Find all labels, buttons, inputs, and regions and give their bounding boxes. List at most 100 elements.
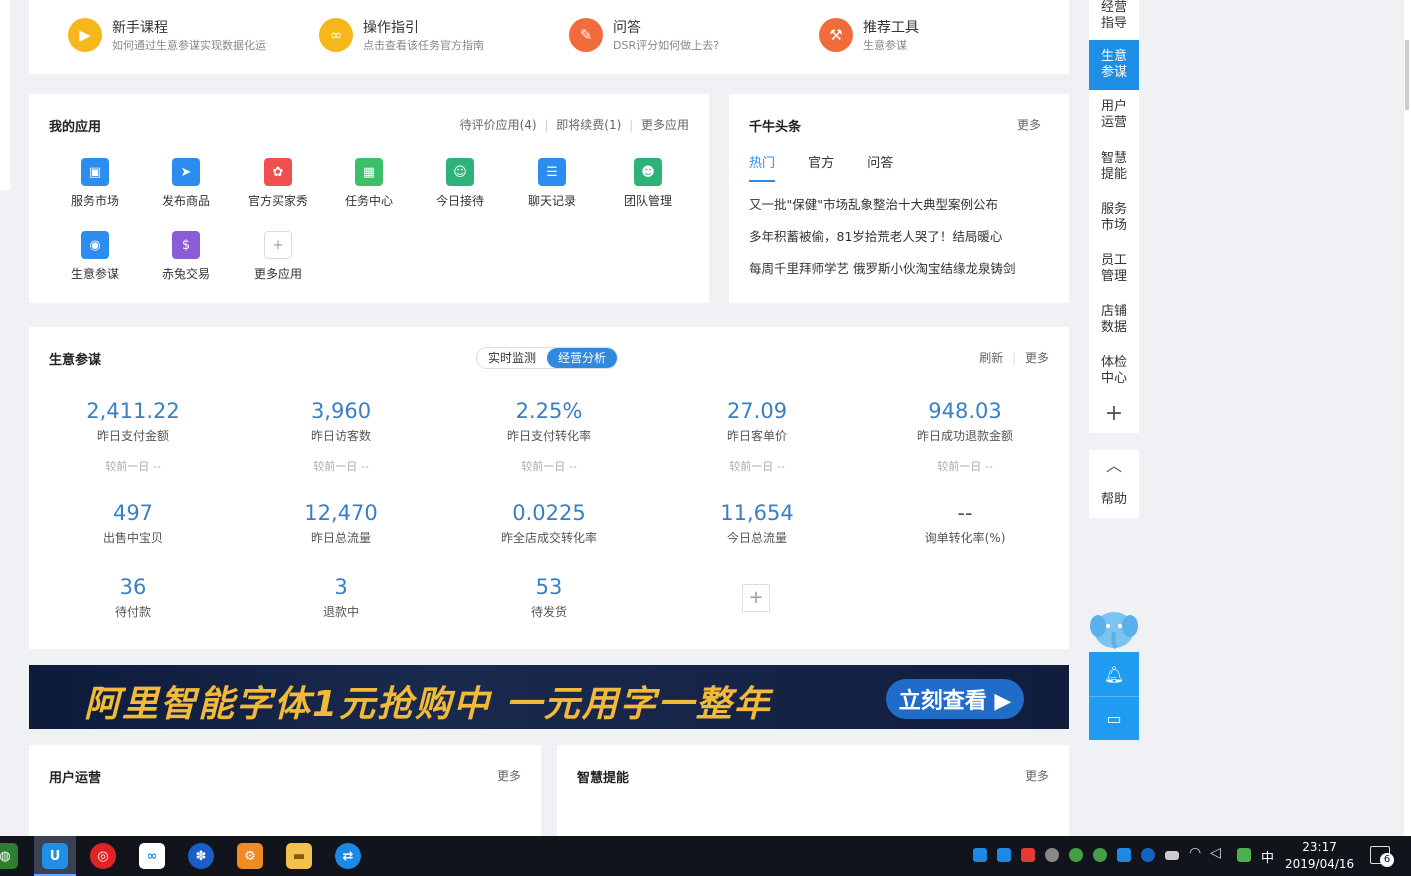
gpu-icon[interactable] xyxy=(1237,848,1251,862)
app-service-market[interactable]: ▣ 服务市场 xyxy=(55,158,135,209)
tray-app-icon[interactable] xyxy=(1117,848,1131,862)
guide-sub: 生意参谋 xyxy=(863,39,907,52)
news-item[interactable]: 每周千里拜师学艺 俄罗斯小伙淘宝结缘龙泉铸剑 xyxy=(749,258,1015,277)
app-chat-log[interactable]: ☰ 聊天记录 xyxy=(512,158,592,209)
money-bag-icon: $ xyxy=(172,231,200,259)
mascot-elephant-icon[interactable] xyxy=(1089,606,1139,652)
banner-view-button[interactable]: 立刻查看 ▶ xyxy=(886,679,1024,719)
tray-wechat-icon[interactable] xyxy=(1069,848,1083,862)
metric[interactable]: 2,411.22 昨日支付金额 较前一日 -- xyxy=(43,399,223,474)
notification-center-icon[interactable]: 6 xyxy=(1370,846,1394,867)
renewal-link[interactable]: 即将续费(1) xyxy=(556,118,621,132)
more-link[interactable]: 更多 xyxy=(1025,767,1049,784)
nav-staff[interactable]: 员工 管理 xyxy=(1089,253,1139,293)
more-link[interactable]: 更多 xyxy=(1025,351,1049,365)
bluetooth-icon[interactable] xyxy=(1141,848,1155,862)
netease-music-icon[interactable]: ◎ xyxy=(90,843,116,869)
volume-icon[interactable]: ◁ xyxy=(1210,845,1221,861)
wifi-icon[interactable]: ◠ xyxy=(1189,845,1201,861)
metric[interactable]: 27.09 昨日客单价 较前一日 -- xyxy=(667,399,847,474)
baidu-netdisk-icon[interactable]: ∞ xyxy=(139,843,165,869)
news-item[interactable]: 多年积蓄被偷，81岁拾荒老人哭了！结局暖心 xyxy=(749,226,1002,245)
plus-icon: + xyxy=(264,231,292,259)
app-today-reception[interactable]: ☺ 今日接待 xyxy=(420,158,500,209)
nav-smart-boost[interactable]: 智慧 提能 xyxy=(1089,151,1139,191)
tab-realtime[interactable]: 实时监测 xyxy=(477,348,547,368)
metric[interactable]: 2.25% 昨日支付转化率 较前一日 -- xyxy=(459,399,639,474)
app-label: 服务市场 xyxy=(70,194,119,208)
nav-service-market[interactable]: 服务 市场 xyxy=(1089,202,1139,242)
nav-user-ops[interactable]: 用户 运营 xyxy=(1089,99,1139,139)
tab-qa[interactable]: 问答 xyxy=(867,156,893,171)
ime-indicator[interactable]: 中 xyxy=(1261,847,1274,866)
file-explorer-icon[interactable]: ▬ xyxy=(286,843,312,869)
guide-item-qa[interactable]: ✎ 问答 DSR评分如何做上去? xyxy=(569,18,719,54)
app-label: 赤兔交易 xyxy=(161,267,210,281)
battery-icon[interactable] xyxy=(1165,851,1179,860)
guide-item-tool[interactable]: ⚒ 推荐工具 生意参谋 xyxy=(819,18,919,54)
metric[interactable]: 0.0225 昨全店成交转化率 xyxy=(459,501,639,546)
guide-item-course[interactable]: ▶ 新手课程 如何通过生意参谋实现数据化运 xyxy=(68,18,266,54)
metric[interactable]: 36 待付款 xyxy=(43,575,223,620)
app-task-center[interactable]: ▦ 任务中心 xyxy=(329,158,409,209)
metric-compare: 较前一日 -- xyxy=(313,460,369,473)
paw-app-icon[interactable]: ✽ xyxy=(188,843,214,869)
nav-business-guide[interactable]: 经营 指导 xyxy=(1089,0,1139,34)
app-publish[interactable]: ➤ 发布商品 xyxy=(146,158,226,209)
app-more[interactable]: + 更多应用 xyxy=(238,231,318,282)
app-buyer-show[interactable]: ✿ 官方买家秀 xyxy=(238,158,318,209)
metric[interactable]: 53 待发货 xyxy=(459,575,639,620)
play-icon: ▶ xyxy=(68,18,102,52)
message-icon[interactable]: ▭ xyxy=(1089,696,1139,740)
news-item[interactable]: 又一批"保健"市场乱象整治十大典型案例公布 xyxy=(749,194,998,213)
guide-title: 推荐工具 xyxy=(863,20,919,36)
app-chitu[interactable]: $ 赤兔交易 xyxy=(146,231,226,282)
qianniu-icon[interactable]: U xyxy=(42,843,68,869)
tab-hot[interactable]: 热门 xyxy=(749,156,776,182)
app-label: 生意参谋 xyxy=(70,267,119,281)
nav-shop-data[interactable]: 店铺 数据 xyxy=(1089,304,1139,344)
headlines-card: 千牛头条 更多 热门 官方 问答 又一批"保健"市场乱象整治十大典型案例公布 多… xyxy=(729,94,1069,303)
help-link[interactable]: 帮助 xyxy=(1089,488,1139,507)
metric[interactable]: -- 询单转化率(%) xyxy=(875,501,1055,546)
promo-banner[interactable]: 阿里智能字体1元抢购中 一元用字一整年 立刻查看 ▶ xyxy=(29,665,1069,729)
metric[interactable]: 12,470 昨日总流量 xyxy=(251,501,431,546)
add-metric-button[interactable]: + xyxy=(742,584,770,612)
metric[interactable]: 11,654 今日总流量 xyxy=(667,501,847,546)
metric[interactable]: 497 出售中宝贝 xyxy=(43,501,223,546)
metric[interactable]: 3 退款中 xyxy=(251,575,431,620)
tray-app-icon[interactable] xyxy=(1045,848,1059,862)
nav-add-button[interactable]: + xyxy=(1089,402,1139,426)
refresh-link[interactable]: 刷新 xyxy=(979,351,1003,365)
pending-review-link[interactable]: 待评价应用(4) xyxy=(460,118,537,132)
guide-item-guide[interactable]: ∞ 操作指引 点击查看该任务官方指南 xyxy=(319,18,484,54)
tray-app-icon[interactable] xyxy=(973,848,987,862)
tray-wechat-icon[interactable] xyxy=(1093,848,1107,862)
teamviewer-icon[interactable]: ⇄ xyxy=(335,843,361,869)
system-clock[interactable]: 23:17 2019/04/16 xyxy=(1285,839,1354,873)
more-apps-link[interactable]: 更多应用 xyxy=(641,118,689,132)
metric-label: 待发货 xyxy=(530,605,567,619)
metric[interactable]: 948.03 昨日成功退款金额 较前一日 -- xyxy=(875,399,1055,474)
settings-app-icon[interactable]: ⚙ xyxy=(237,843,263,869)
scrollbar-thumb[interactable] xyxy=(1405,40,1409,110)
scroll-top-icon[interactable]: ︿ xyxy=(1089,450,1139,482)
apps-links: 待评价应用(4) | 即将续费(1) | 更多应用 xyxy=(459,118,689,132)
nav-business-advisor[interactable]: 生意 参谋 xyxy=(1089,40,1139,90)
nav-label: 体检 中心 xyxy=(1100,355,1127,386)
nav-health-check[interactable]: 体检 中心 xyxy=(1089,355,1139,395)
tab-official[interactable]: 官方 xyxy=(808,156,834,171)
app-team[interactable]: ☻ 团队管理 xyxy=(608,158,688,209)
tab-analysis[interactable]: 经营分析 xyxy=(547,348,618,368)
notification-bell-icon[interactable]: 🔔︎ xyxy=(1089,652,1139,696)
tray-shield-icon[interactable] xyxy=(1021,848,1035,862)
more-link[interactable]: 更多 xyxy=(497,767,521,784)
tray-app-icon[interactable] xyxy=(997,848,1011,862)
metric[interactable]: 3,960 昨日访客数 较前一日 -- xyxy=(251,399,431,474)
scrollbar-track[interactable] xyxy=(1404,0,1411,836)
wechat-icon[interactable]: ◍ xyxy=(0,843,18,869)
headlines-more-link[interactable]: 更多 xyxy=(1017,116,1041,133)
app-business-advisor[interactable]: ◉ 生意参谋 xyxy=(55,231,135,282)
metric-value: 497 xyxy=(112,501,154,525)
headlines-tabs: 热门 官方 问答 xyxy=(749,152,921,182)
